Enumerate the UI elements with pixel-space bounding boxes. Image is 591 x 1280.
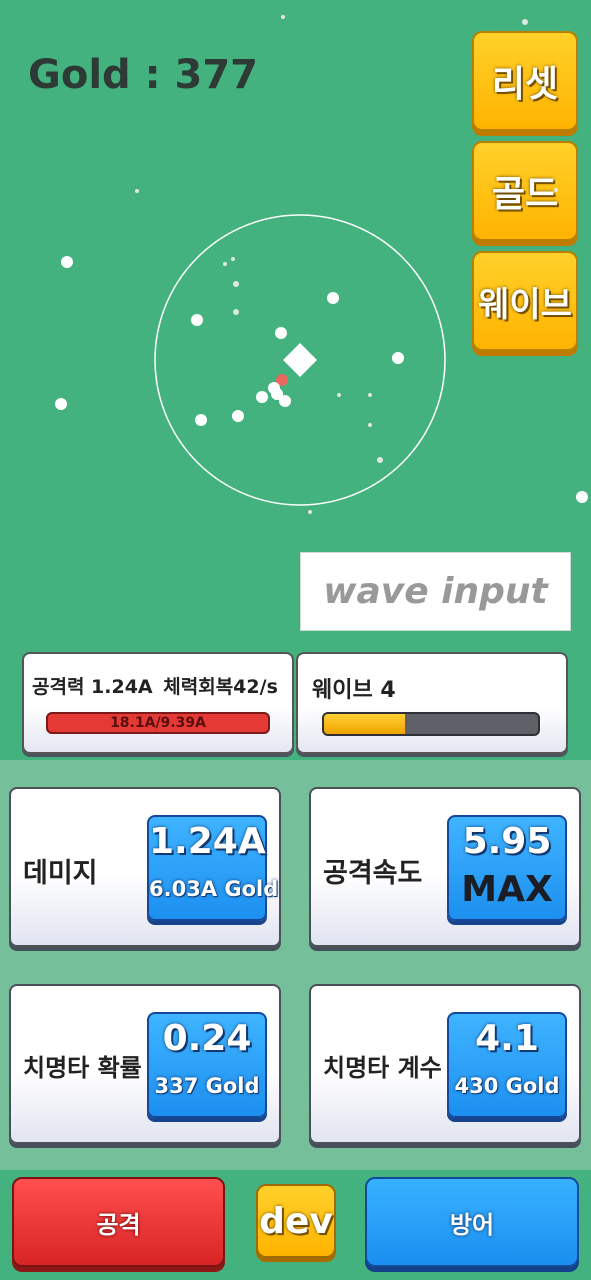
wave-progress-bar (322, 712, 540, 736)
attack-power-text: 공격력 1.24A (32, 676, 153, 698)
upgrade-value: 1.24A (149, 821, 266, 862)
upgrade-name: 치명타 확률 (23, 1054, 142, 1082)
hp-bar: 18.1A/9.39A (46, 712, 270, 734)
wave-text: 웨이브 4 (312, 678, 396, 703)
enemy (392, 352, 404, 364)
upgrade-damage-button[interactable]: 1.24A 6.03A Gold (147, 815, 279, 921)
enemy (232, 410, 244, 422)
attack-regen-text: 공격력 1.24A 체력회복42/s (32, 672, 278, 699)
upgrade-value: 4.1 (475, 1018, 539, 1059)
enemy (279, 395, 291, 407)
upgrade-crit-chance-button[interactable]: 0.24 337 Gold (147, 1012, 267, 1118)
upgrade-value: 0.24 (162, 1018, 252, 1059)
upgrade-card-crit-chance: 치명타 확률 0.24 337 Gold (9, 984, 281, 1144)
hp-text: 18.1A/9.39A (110, 715, 206, 731)
defense-button[interactable]: 방어 (365, 1177, 579, 1267)
enemy (576, 491, 588, 503)
attack-status-card: 공격력 1.24A 체력회복42/s 18.1A/9.39A (22, 652, 294, 754)
upgrade-name: 데미지 (23, 858, 98, 889)
enemy (195, 414, 207, 426)
upgrade-name: 치명타 계수 (323, 1054, 442, 1082)
enemy (327, 292, 339, 304)
enemy (55, 398, 67, 410)
upgrade-value: 5.95 (462, 821, 552, 862)
upgrade-name: 공격속도 (323, 858, 423, 889)
upgrade-crit-multiplier-button[interactable]: 4.1 430 Gold (447, 1012, 567, 1118)
enemy (61, 256, 73, 268)
upgrade-cost: 6.03A Gold (149, 877, 279, 901)
wave-progress-fill (324, 714, 406, 734)
upgrade-card-attack-speed: 공격속도 5.95 MAX (309, 787, 581, 947)
upgrade-attack-speed-button[interactable]: 5.95 MAX (447, 815, 567, 921)
upgrade-cost: MAX (461, 869, 553, 910)
wave-input[interactable]: wave input (300, 552, 571, 631)
wave-status-card: 웨이브 4 (296, 652, 568, 754)
regen-text: 체력회복42/s (163, 676, 278, 698)
upgrade-cost: 337 Gold (154, 1074, 260, 1098)
upgrade-card-damage: 데미지 1.24A 6.03A Gold (9, 787, 281, 947)
debris-particles (135, 15, 558, 514)
tower-icon (283, 343, 317, 377)
enemy (256, 391, 268, 403)
upgrade-cost: 430 Gold (454, 1074, 560, 1098)
game-arena (55, 15, 588, 514)
dev-button[interactable]: dev (256, 1184, 336, 1258)
attack-button[interactable]: 공격 (12, 1177, 225, 1267)
enemy (191, 314, 203, 326)
upgrade-card-crit-multiplier: 치명타 계수 4.1 430 Gold (309, 984, 581, 1144)
enemy (275, 327, 287, 339)
